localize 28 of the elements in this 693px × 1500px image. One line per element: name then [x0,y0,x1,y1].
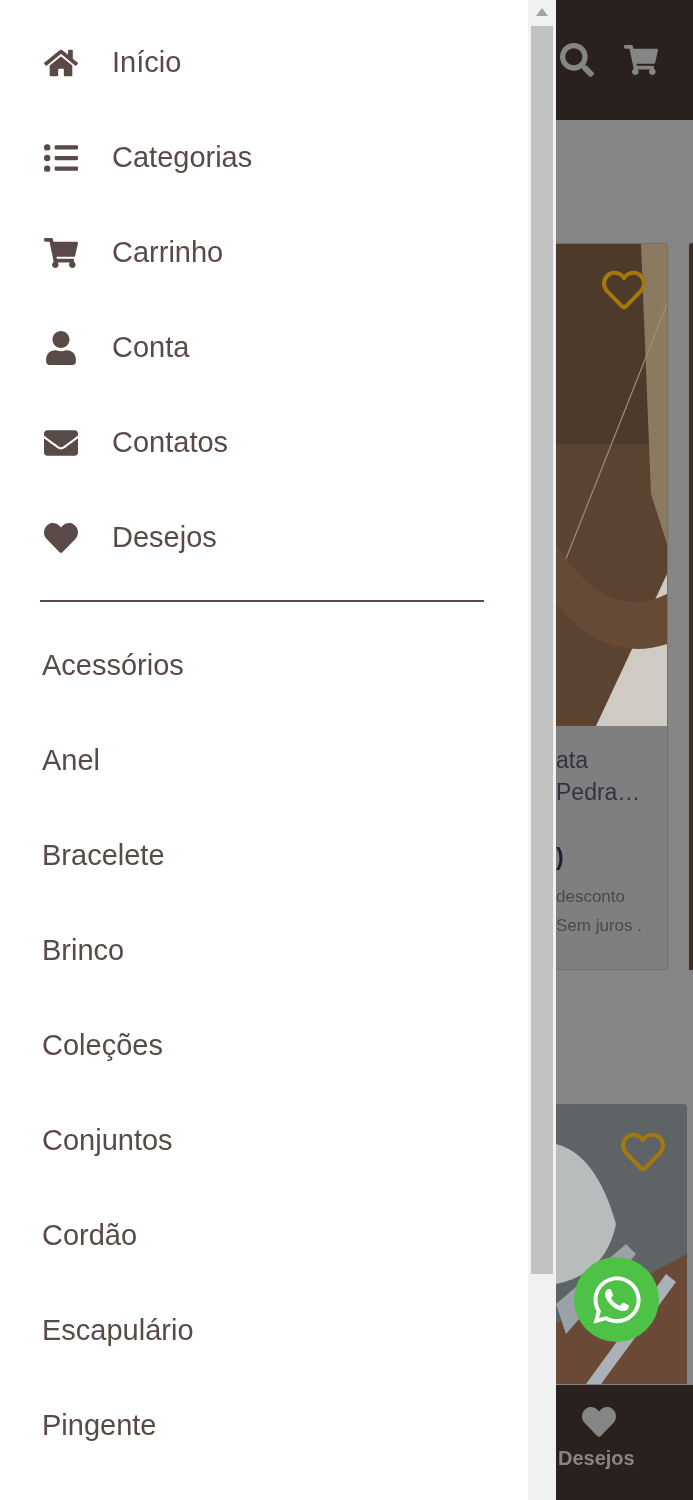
category-item[interactable]: Pingente [0,1378,528,1473]
menu-item[interactable]: Desejos [0,490,528,585]
product-price: ) [556,843,565,872]
search-icon[interactable] [560,43,594,77]
menu-item[interactable]: Carrinho [0,205,528,300]
category-item[interactable]: Acessórios [0,618,528,713]
category-item[interactable]: Brinco [0,903,528,998]
category-item[interactable]: Cordão [0,1188,528,1283]
menu-item[interactable]: Contatos [0,395,528,490]
menu-item[interactable]: Conta [0,300,528,395]
menu-item[interactable]: Início [0,15,528,110]
scrollbar-thumb[interactable] [531,26,553,1274]
menu-item[interactable]: Categorias [0,110,528,205]
scroll-up-icon[interactable] [536,8,548,16]
favorite-icon[interactable] [621,1130,665,1174]
category-item[interactable]: Anel [0,713,528,808]
category-item[interactable]: Coleções [0,998,528,1093]
cart-icon[interactable] [624,43,658,77]
category-item[interactable]: Escapulário [0,1283,528,1378]
product-title: ata [556,746,589,775]
favorite-icon[interactable] [602,268,646,312]
category-item[interactable]: Conjuntos [0,1093,528,1188]
product-title: Pedra… [556,778,642,807]
cart-icon [42,235,80,270]
category-item[interactable]: Bracelete [0,808,528,903]
heart-icon [42,520,80,555]
nav-label[interactable]: Desejos [558,1447,635,1470]
heart-icon[interactable] [582,1405,616,1439]
